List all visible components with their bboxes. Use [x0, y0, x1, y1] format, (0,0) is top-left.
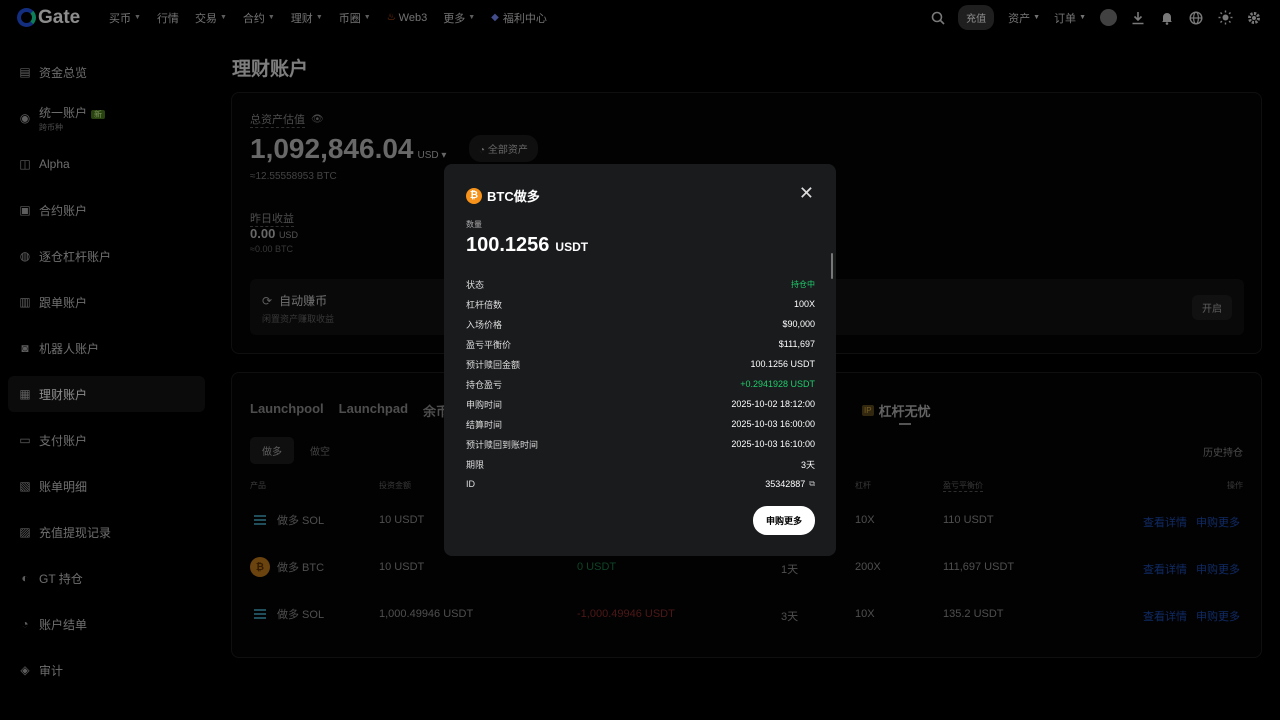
close-icon[interactable]: ✕ — [799, 184, 814, 202]
detail-row-term: 期限 3天 — [466, 459, 815, 470]
detail-row-id: ID 35342887 ⧉ — [466, 479, 815, 489]
position-detail-modal: ₿ BTC做多 ✕ 数量 100.1256 USDT 状态 持仓中 杠杆倍数 100X… — [444, 164, 836, 556]
detail-row-redeem-amount: 预计赎回金额 100.1256 USDT — [466, 359, 815, 370]
detail-list: 状态 持仓中 杠杆倍数 100X 入场价格 $90,000 盈亏平衡价 $111,697… — [466, 274, 815, 494]
detail-row-subscribe-time: 申购时间 2025-10-02 18:12:00 — [466, 399, 815, 410]
modal-scrollbar[interactable] — [831, 253, 833, 279]
subscribe-more-button[interactable]: 申购更多 — [752, 506, 815, 535]
modal-title: BTC做多 — [487, 189, 540, 204]
detail-row-breakeven: 盈亏平衡价 $111,697 — [466, 339, 815, 350]
detail-row-status: 状态 持仓中 — [466, 279, 815, 290]
detail-row-pnl: 持仓盈亏 +0.2941928 USDT — [466, 379, 815, 390]
modal-header: ₿ BTC做多 — [466, 186, 540, 205]
detail-row-leverage: 杠杆倍数 100X — [466, 299, 815, 310]
detail-row-settle-time: 结算时间 2025-10-03 16:00:00 — [466, 419, 815, 430]
copy-icon[interactable]: ⧉ — [809, 479, 815, 489]
quantity-value: 100.1256 USDT — [466, 234, 589, 256]
detail-row-entry-price: 入场价格 $90,000 — [466, 319, 815, 330]
bitcoin-icon: ₿ — [466, 187, 482, 204]
detail-row-redeem-time: 预计赎回到账时间 2025-10-03 16:10:00 — [466, 439, 815, 450]
quantity-label: 数量 — [466, 220, 482, 229]
